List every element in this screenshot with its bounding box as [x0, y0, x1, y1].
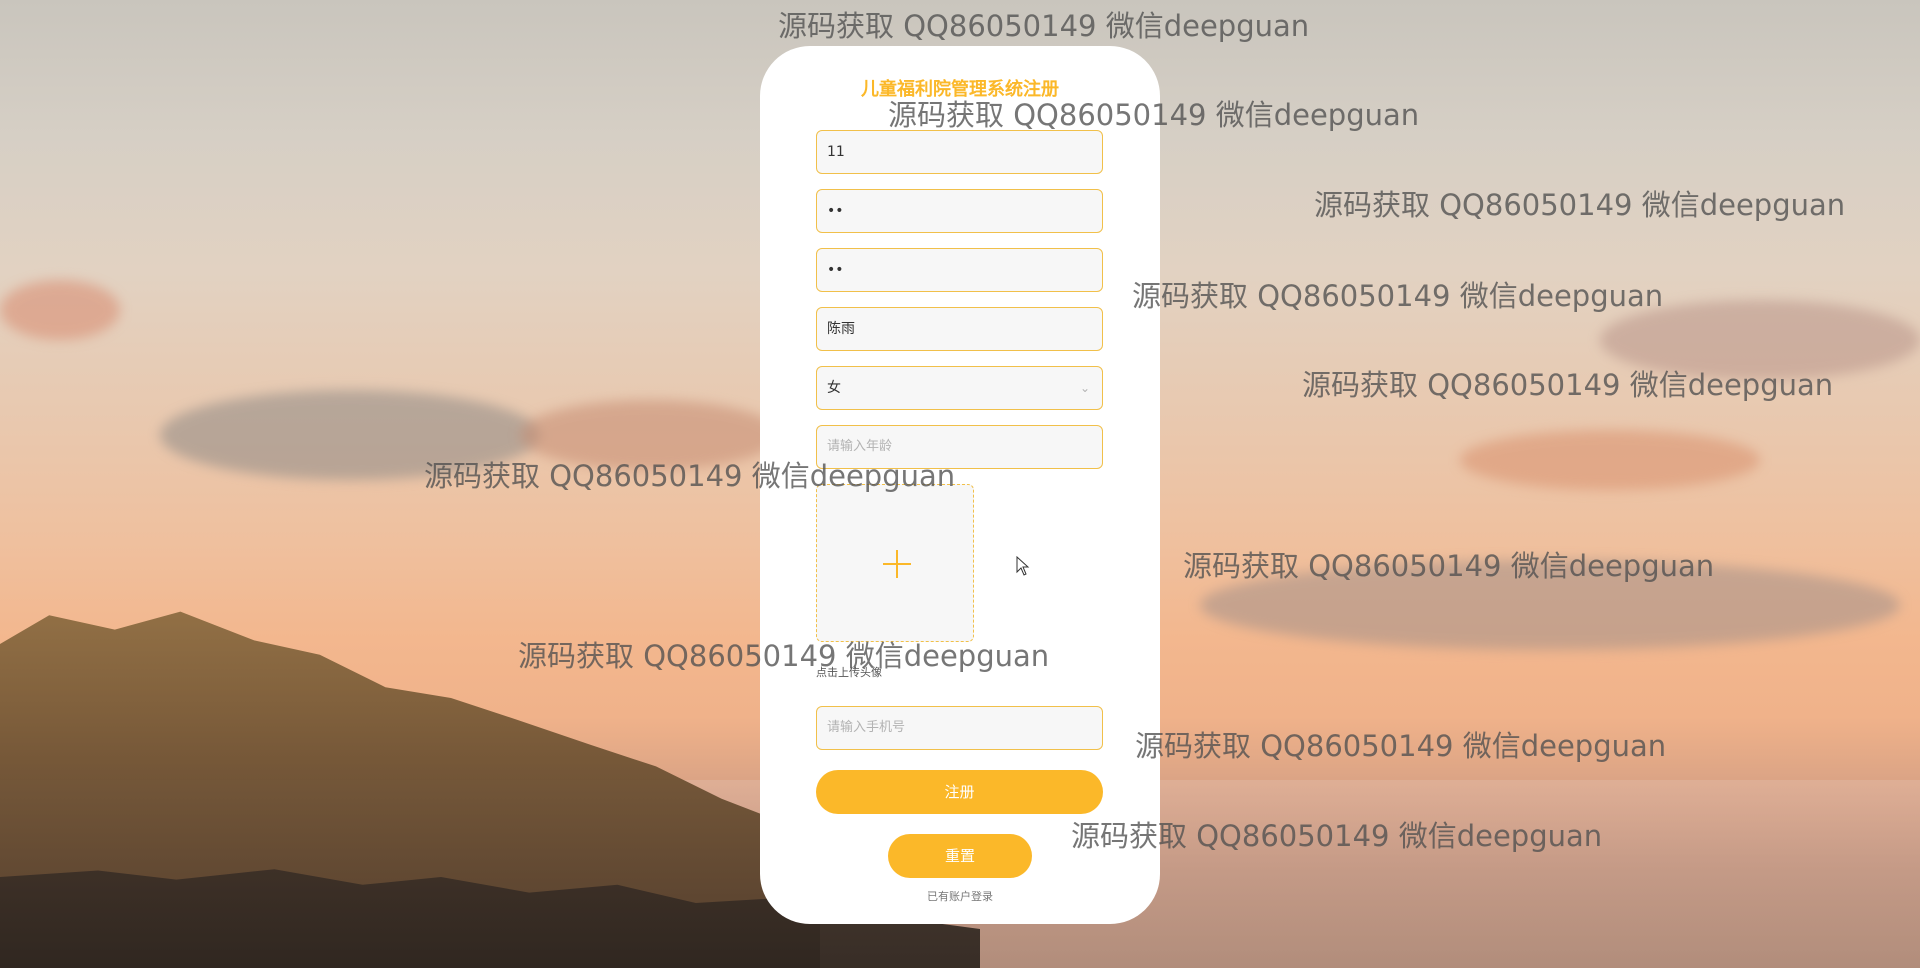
confirm-password-value: ••	[827, 262, 844, 278]
phone-field[interactable]: 请输入手机号	[816, 706, 1103, 750]
watermark: 源码获取 QQ86050149 微信deepguan	[778, 9, 1310, 43]
login-link[interactable]: 已有账户登录	[760, 888, 1160, 904]
name-value: 陈雨	[827, 321, 855, 337]
watermark: 源码获取 QQ86050149 微信deepguan	[1132, 279, 1664, 313]
watermark: 源码获取 QQ86050149 微信deepguan	[888, 98, 1420, 132]
avatar-upload[interactable]	[816, 484, 974, 642]
account-field[interactable]: 11	[816, 130, 1103, 174]
gender-value: 女	[827, 380, 841, 396]
reset-button[interactable]: 重置	[888, 834, 1032, 878]
watermark: 源码获取 QQ86050149 微信deepguan	[1071, 819, 1603, 853]
plus-icon-vertical	[896, 550, 898, 578]
watermark: 源码获取 QQ86050149 微信deepguan	[1302, 368, 1834, 402]
cloud	[0, 280, 120, 340]
age-placeholder: 请输入年龄	[827, 439, 893, 454]
account-value: 11	[827, 144, 845, 160]
watermark: 源码获取 QQ86050149 微信deepguan	[1135, 729, 1667, 763]
watermark: 源码获取 QQ86050149 微信deepguan	[1183, 549, 1715, 583]
cloud	[1460, 430, 1760, 490]
confirm-password-field[interactable]: ••	[816, 248, 1103, 292]
phone-placeholder: 请输入手机号	[827, 720, 906, 735]
password-field[interactable]: ••	[816, 189, 1103, 233]
mouse-pointer-icon	[1016, 556, 1030, 576]
watermark: 源码获取 QQ86050149 微信deepguan	[518, 639, 1050, 673]
watermark: 源码获取 QQ86050149 微信deepguan	[1314, 188, 1846, 222]
password-value: ••	[827, 203, 844, 219]
watermark: 源码获取 QQ86050149 微信deepguan	[424, 459, 956, 493]
chevron-down-icon: ⌄	[1079, 381, 1090, 395]
register-button[interactable]: 注册	[816, 770, 1103, 814]
gender-select[interactable]: 女 ⌄	[816, 366, 1103, 410]
name-field[interactable]: 陈雨	[816, 307, 1103, 351]
